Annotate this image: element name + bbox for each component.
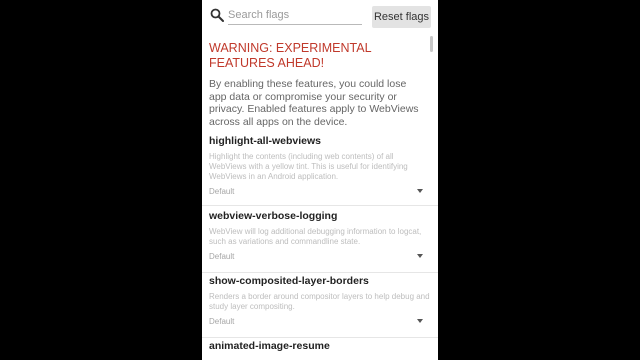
- chevron-down-icon: [417, 189, 423, 193]
- flag-state-value: Default: [209, 252, 235, 261]
- flags-list[interactable]: WARNING: EXPERIMENTAL FEATURES AHEAD! By…: [202, 36, 438, 360]
- warning-message: By enabling these features, you could lo…: [209, 78, 419, 128]
- flag-name: webview-verbose-logging: [209, 210, 338, 222]
- scrollbar[interactable]: [430, 36, 433, 52]
- flag-description: WebView will log additional debugging in…: [209, 227, 422, 246]
- flag-state-dropdown[interactable]: Default: [209, 317, 423, 329]
- flag-state-value: Default: [209, 317, 235, 326]
- flag-item: show-composited-layer-borders Renders a …: [202, 275, 438, 338]
- phone-screen: Reset flags WARNING: EXPERIMENTAL FEATUR…: [202, 0, 438, 360]
- warning-title: WARNING: EXPERIMENTAL FEATURES AHEAD!: [209, 41, 372, 70]
- flag-state-value: Default: [209, 187, 235, 196]
- flag-state-dropdown[interactable]: Default: [209, 187, 423, 199]
- reset-flags-button[interactable]: Reset flags: [372, 6, 431, 28]
- flag-description: Renders a border around compositor layer…: [209, 292, 430, 311]
- flag-item: animated-image-resume: [202, 340, 438, 360]
- flag-description: Highlight the contents (including web co…: [209, 152, 408, 181]
- flag-state-dropdown[interactable]: Default: [209, 252, 423, 264]
- search-bar: Reset flags: [202, 0, 438, 34]
- flag-item: highlight-all-webviews Highlight the con…: [202, 135, 438, 206]
- chevron-down-icon: [417, 319, 423, 323]
- search-input[interactable]: [228, 6, 362, 25]
- flag-item: webview-verbose-logging WebView will log…: [202, 210, 438, 273]
- chevron-down-icon: [417, 254, 423, 258]
- search-icon: [210, 8, 224, 22]
- flag-name: highlight-all-webviews: [209, 135, 322, 147]
- flag-name: animated-image-resume: [209, 340, 330, 352]
- flag-name: show-composited-layer-borders: [209, 275, 369, 287]
